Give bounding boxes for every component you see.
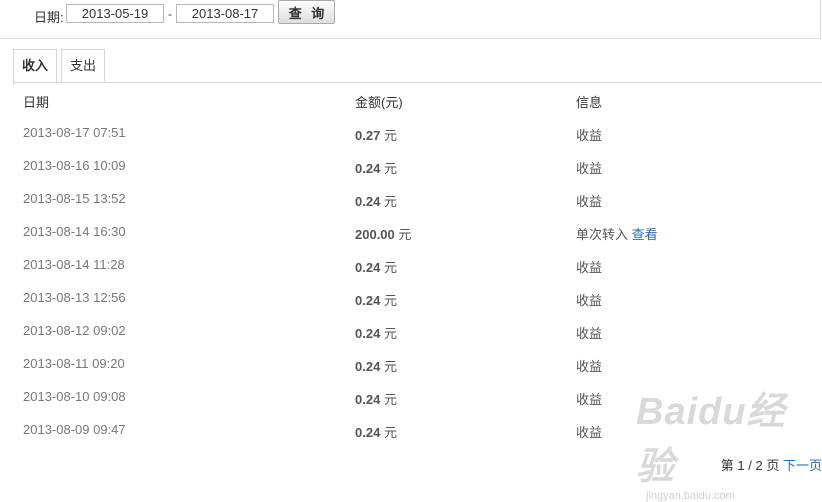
row-info: 收益 xyxy=(576,191,602,210)
row-date: 2013-08-15 13:52 xyxy=(23,191,126,206)
row-date: 2013-08-16 10:09 xyxy=(23,158,126,173)
table-row: 2013-08-12 09:02 0.24 元 收益 xyxy=(13,313,822,346)
info-text: 收益 xyxy=(576,425,603,440)
info-text: 收益 xyxy=(576,392,603,407)
amount-value: 0.24 xyxy=(355,161,381,176)
row-date: 2013-08-10 09:08 xyxy=(23,389,126,404)
tab-income[interactable]: 收入 xyxy=(13,49,57,84)
info-text: 收益 xyxy=(576,161,603,176)
pager-suffix: 页 xyxy=(766,458,780,473)
amount-value: 0.27 xyxy=(355,128,381,143)
date-separator: - xyxy=(168,7,172,21)
info-text: 收益 xyxy=(576,359,603,374)
next-page-link[interactable]: 下一页 xyxy=(783,458,822,473)
table-row: 2013-08-16 10:09 0.24 元 收益 xyxy=(13,148,822,181)
table-row: 2013-08-11 09:20 0.24 元 收益 xyxy=(13,346,822,379)
tab-expense[interactable]: 支出 xyxy=(61,49,105,83)
amount-unit: 元 xyxy=(383,293,397,308)
row-date: 2013-08-11 09:20 xyxy=(23,356,125,371)
row-info: 收益 xyxy=(576,158,602,177)
info-text: 收益 xyxy=(576,293,603,308)
info-text: 收益 xyxy=(576,260,603,275)
pagination: 第 1 / 2 页 下一页 xyxy=(721,455,822,474)
row-amount: 0.24 元 xyxy=(355,290,397,309)
date-label: 日期: xyxy=(34,10,64,25)
row-date: 2013-08-09 09:47 xyxy=(23,422,126,437)
amount-unit: 元 xyxy=(383,425,397,440)
table-row: 2013-08-17 07:51 0.27 元 收益 xyxy=(13,115,822,148)
row-amount: 0.24 元 xyxy=(355,422,397,441)
row-amount: 0.24 元 xyxy=(355,356,397,375)
amount-value: 0.24 xyxy=(355,194,381,209)
table-row: 2013-08-10 09:08 0.24 元 收益 xyxy=(13,379,822,412)
amount-value: 200.00 xyxy=(355,227,395,242)
amount-value: 0.24 xyxy=(355,326,381,341)
amount-unit: 元 xyxy=(383,194,397,209)
info-text: 收益 xyxy=(576,128,603,143)
amount-value: 0.24 xyxy=(355,392,381,407)
watermark-url: jingyan.baidu.com xyxy=(646,490,735,502)
row-date: 2013-08-17 07:51 xyxy=(23,125,126,140)
row-info: 收益 xyxy=(576,257,602,276)
amount-unit: 元 xyxy=(383,359,397,374)
end-date-input[interactable] xyxy=(176,4,274,23)
table-header: 日期 金额(元) 信息 xyxy=(13,83,822,115)
table-row: 2013-08-14 11:28 0.24 元 收益 xyxy=(13,247,822,280)
column-header-amount: 金额(元) xyxy=(355,95,403,110)
row-amount: 0.24 元 xyxy=(355,158,397,177)
row-amount: 0.24 元 xyxy=(355,323,397,342)
amount-value: 0.24 xyxy=(355,359,381,374)
row-info: 收益 xyxy=(576,389,602,408)
row-date: 2013-08-13 12:56 xyxy=(23,290,126,305)
row-info: 收益 xyxy=(576,290,602,309)
row-date: 2013-08-14 11:28 xyxy=(23,257,125,272)
view-link[interactable]: 查看 xyxy=(632,227,658,242)
amount-unit: 元 xyxy=(383,326,397,341)
pager-total: 2 xyxy=(755,458,763,473)
info-text: 收益 xyxy=(576,194,603,209)
amount-value: 0.24 xyxy=(355,293,381,308)
amount-value: 0.24 xyxy=(355,425,381,440)
column-header-info: 信息 xyxy=(576,95,603,110)
row-info: 收益 xyxy=(576,125,602,144)
row-amount: 0.24 元 xyxy=(355,389,397,408)
row-info: 收益 xyxy=(576,323,602,342)
amount-unit: 元 xyxy=(383,392,397,407)
table-row: 2013-08-13 12:56 0.24 元 收益 xyxy=(13,280,822,313)
row-info: 收益 xyxy=(576,422,602,441)
row-date: 2013-08-14 16:30 xyxy=(23,224,126,239)
query-button[interactable]: 查 询 xyxy=(278,0,335,24)
table-row: 2013-08-09 09:47 0.24 元 收益 xyxy=(13,412,822,445)
row-amount: 0.24 元 xyxy=(355,257,397,276)
filter-bar: 日期: - 查 询 xyxy=(0,0,821,39)
row-amount: 200.00 元 xyxy=(355,224,411,243)
row-amount: 0.24 元 xyxy=(355,191,397,210)
row-info: 收益 xyxy=(576,356,602,375)
amount-value: 0.24 xyxy=(355,260,381,275)
info-text: 收益 xyxy=(576,326,603,341)
amount-unit: 元 xyxy=(383,128,397,143)
column-header-date: 日期 xyxy=(23,95,50,110)
row-date: 2013-08-12 09:02 xyxy=(23,323,126,338)
amount-unit: 元 xyxy=(383,260,397,275)
pager-prefix: 第 xyxy=(720,458,734,473)
pager-separator: / xyxy=(748,458,752,473)
table-row: 2013-08-15 13:52 0.24 元 收益 xyxy=(13,181,822,214)
info-text: 单次转入 xyxy=(576,227,629,242)
amount-unit: 元 xyxy=(398,227,412,242)
table-row: 2013-08-14 16:30 200.00 元 单次转入 查看 xyxy=(13,214,822,247)
row-info: 单次转入 查看 xyxy=(576,224,658,243)
amount-unit: 元 xyxy=(383,161,397,176)
start-date-input[interactable] xyxy=(66,4,164,23)
pager-current: 1 xyxy=(737,458,745,473)
row-amount: 0.27 元 xyxy=(355,125,397,144)
